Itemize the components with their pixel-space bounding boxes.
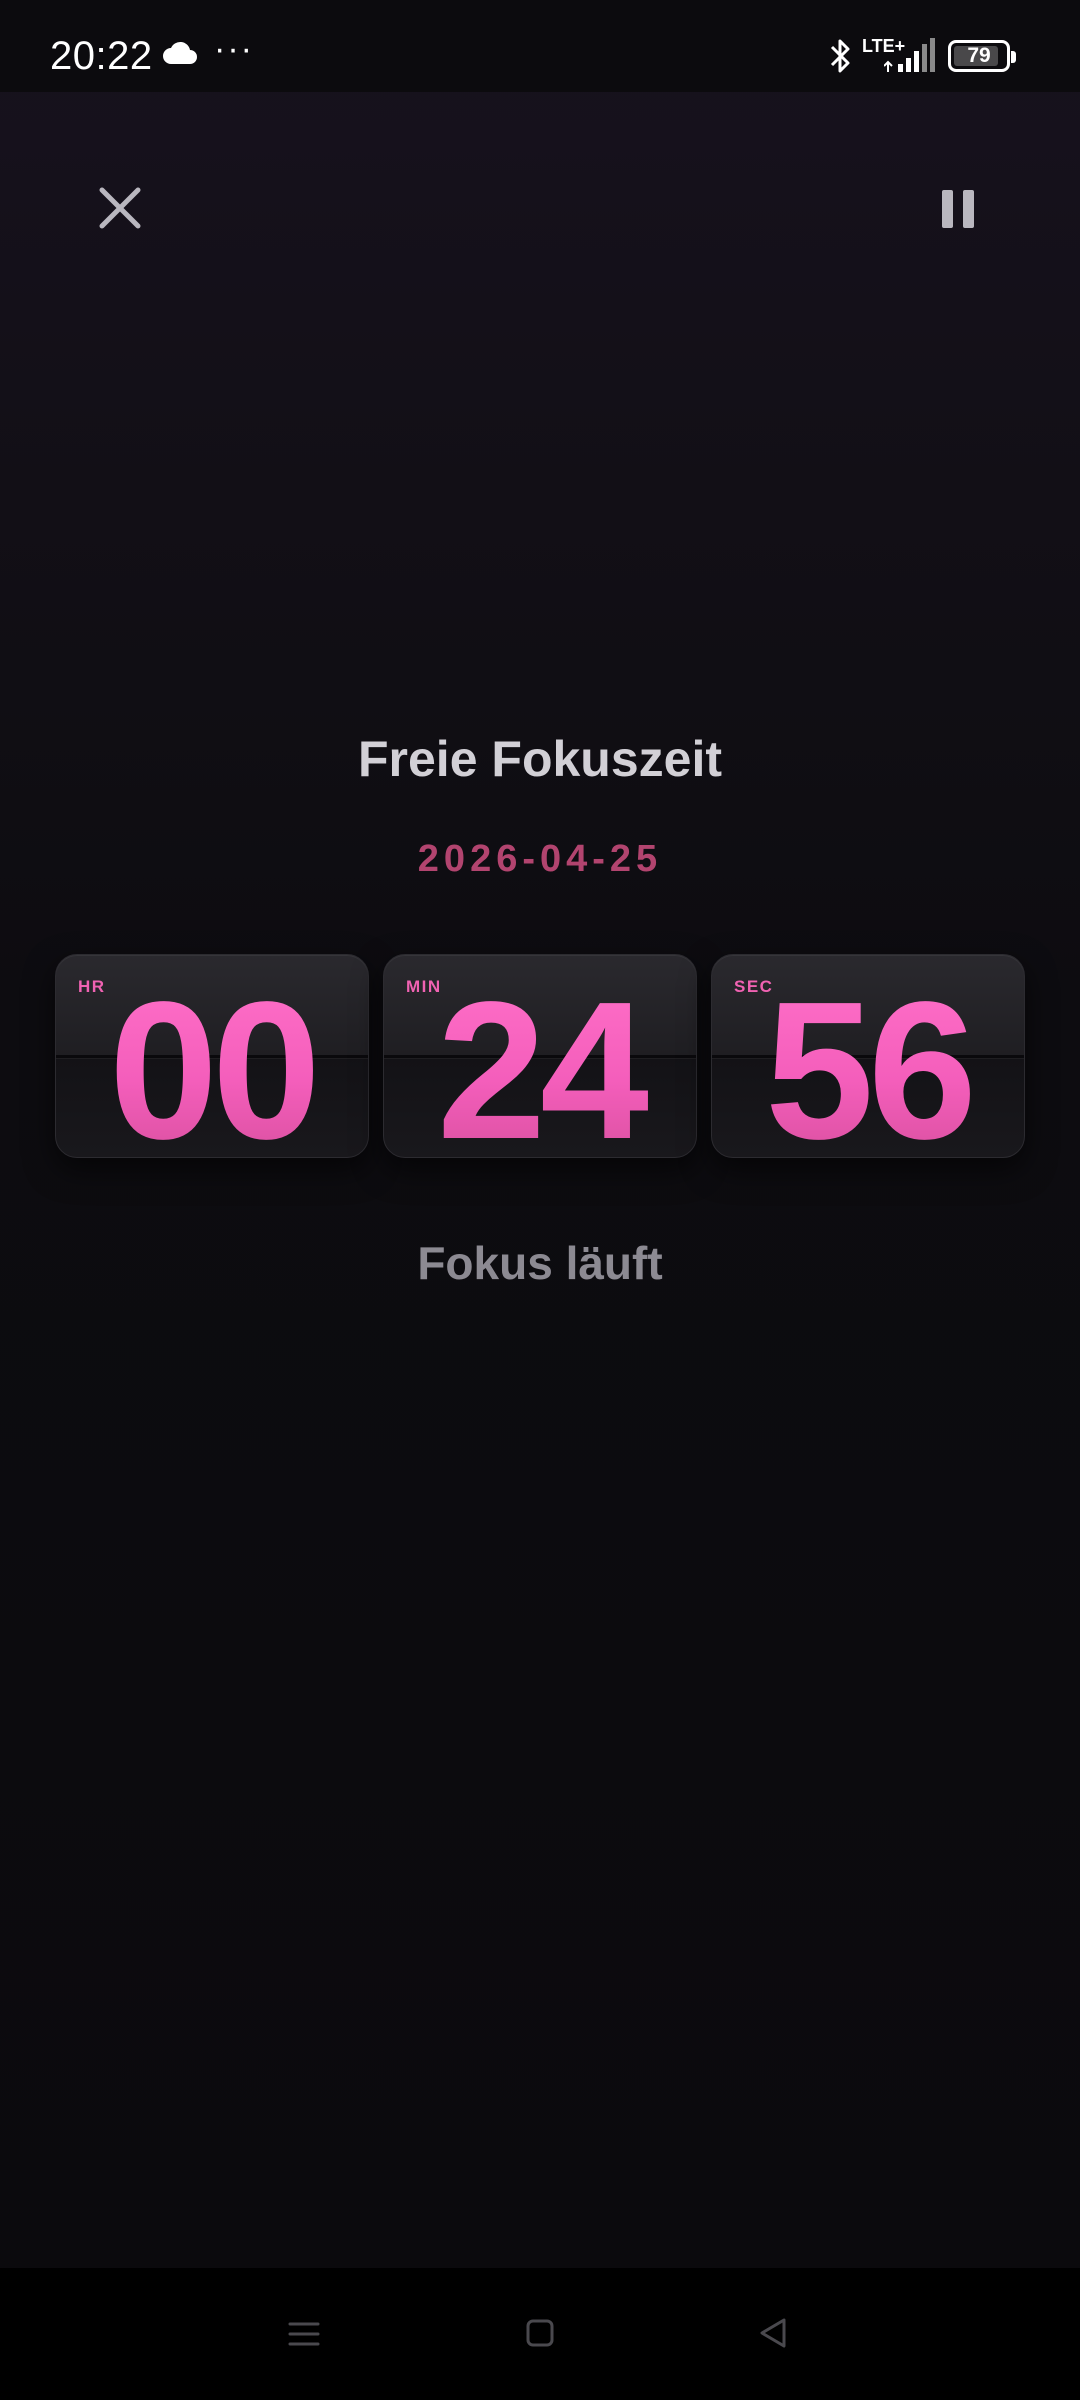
pause-icon[interactable]: [932, 180, 984, 240]
status-time: 20:22: [50, 34, 153, 78]
back-icon[interactable]: [758, 2316, 788, 2350]
hours-value: 00: [56, 973, 368, 1158]
seconds-value: 56: [712, 973, 1024, 1158]
focus-status: Fokus läuft: [417, 1237, 663, 1289]
seconds-label: SEC: [734, 977, 774, 996]
battery-icon: 79: [948, 40, 1016, 72]
menu-icon[interactable]: [288, 2320, 320, 2348]
battery-level: 79: [967, 44, 991, 67]
status-bar: 20:22 ··· LTE+ 79: [0, 0, 1080, 92]
home-icon[interactable]: [525, 2318, 555, 2348]
hours-card: 00 HR: [55, 954, 369, 1158]
minutes-label: MIN: [406, 977, 442, 996]
session-title: Freie Fokuszeit: [358, 731, 722, 787]
navigation-bar: [0, 2268, 1080, 2400]
minutes-value: 24: [384, 973, 696, 1158]
session-date: 2026-04-25: [417, 838, 663, 880]
close-icon[interactable]: [90, 178, 150, 238]
more-notifications-icon: ···: [214, 30, 254, 68]
cloud-icon: [163, 41, 197, 64]
seconds-card: 56 SEC: [711, 954, 1025, 1158]
signal-icon: [884, 38, 935, 72]
minutes-card: 24 MIN: [383, 954, 697, 1158]
focus-timer-screen: 20:22 ··· LTE+ 79 Freie Fokuszeit 2026-0…: [0, 0, 1080, 2400]
hours-label: HR: [78, 977, 106, 996]
bluetooth-icon: [830, 39, 850, 73]
